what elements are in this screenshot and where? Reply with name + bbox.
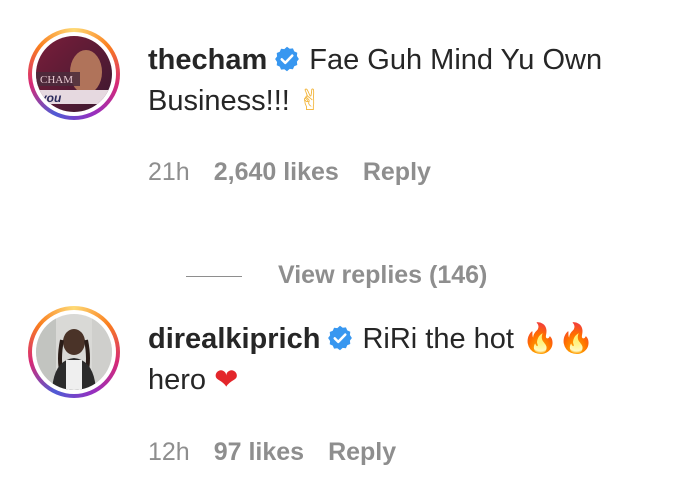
avatar-logo-text: CHAM — [40, 74, 73, 86]
comment-likes[interactable]: 97 likes — [214, 438, 304, 466]
avatar-banner-text: you — [39, 91, 62, 105]
view-replies-label: View replies (146) — [278, 261, 488, 289]
verified-badge-icon — [275, 46, 300, 72]
comment-username[interactable]: direalkiprich — [148, 323, 320, 355]
comment-username[interactable]: thecham — [148, 44, 267, 76]
view-replies-button[interactable]: View replies (146) — [186, 261, 487, 290]
reply-button[interactable]: Reply — [363, 158, 431, 186]
avatar-story-ring[interactable]: CHAM you — [28, 28, 120, 120]
view-replies-dash — [186, 275, 242, 277]
avatar-ring-gap — [32, 310, 116, 394]
comment-meta: 21h 2,640 likes Reply — [148, 158, 455, 187]
avatar[interactable]: CHAM you — [36, 36, 112, 112]
heart-emoji: ❤ — [214, 362, 239, 396]
comment-meta: 12h 97 likes Reply — [148, 438, 420, 467]
avatar-image: CHAM you — [36, 36, 112, 112]
avatar[interactable] — [36, 314, 112, 390]
victory-hand-emoji: ✌ — [297, 83, 323, 117]
avatar-story-ring[interactable] — [28, 306, 120, 398]
verified-badge-icon — [328, 325, 353, 351]
comment-time: 21h — [148, 158, 190, 186]
avatar-ring-gap: CHAM you — [32, 32, 116, 116]
comment-text: RiRi the hot — [362, 323, 514, 355]
comment-body: thecham Fae Guh Mind Yu Own Business!!! … — [148, 40, 688, 121]
fire-emoji: 🔥🔥 — [522, 321, 595, 355]
comment-body: direalkiprich RiRi the hot 🔥🔥 hero ❤ — [148, 318, 688, 400]
avatar-image — [36, 314, 112, 390]
comment-time: 12h — [148, 438, 190, 466]
reply-button[interactable]: Reply — [328, 438, 396, 466]
comment-likes[interactable]: 2,640 likes — [214, 158, 339, 186]
comment-text-line2: hero — [148, 364, 207, 396]
